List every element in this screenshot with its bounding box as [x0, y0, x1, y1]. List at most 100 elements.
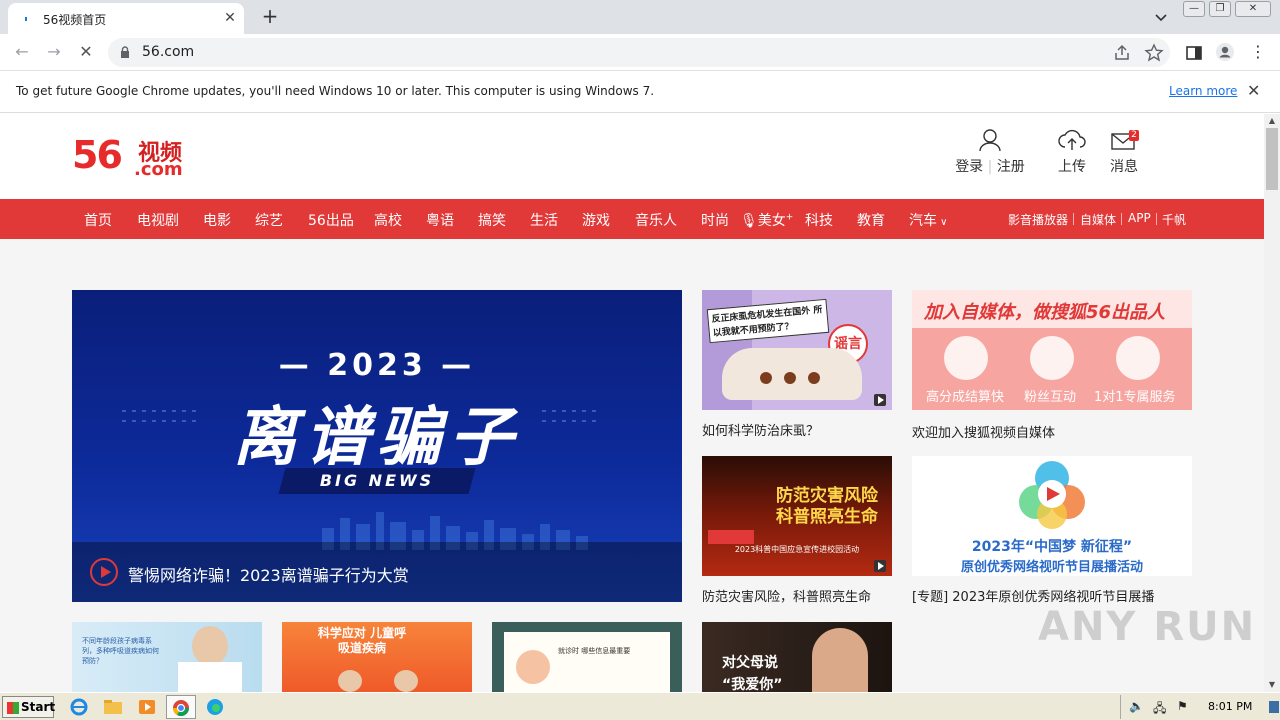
nav-player-link[interactable]: 影音播放器 — [1008, 211, 1068, 228]
messages-label: 消息 — [1110, 159, 1138, 175]
stop-icon[interactable]: ✕ — [74, 40, 98, 64]
nav-item-home[interactable]: 首页 — [84, 210, 112, 230]
nav-item-variety[interactable]: 综艺 — [255, 210, 283, 230]
network-icon[interactable]: 🖧 — [1153, 699, 1166, 720]
nav-item-fashion[interactable]: 时尚 — [701, 210, 729, 230]
hero-banner[interactable]: — 2023 — 离谱骗子 BIG NEWS 警惕网络诈骗！2023离谱骗子行为… — [72, 290, 682, 602]
chevron-down-icon: ∨ — [937, 217, 948, 228]
restore-button[interactable]: ❐ — [1209, 1, 1231, 17]
profile-avatar-icon[interactable] — [1215, 42, 1235, 62]
person-avatar — [812, 628, 868, 692]
tab-search-icon[interactable] — [1150, 6, 1172, 28]
feature-label: 粉丝互动 — [1024, 390, 1077, 405]
nav-divider — [1156, 213, 1157, 225]
side-panel-icon[interactable] — [1184, 43, 1204, 63]
tab-title: 56视频首页 — [43, 13, 107, 27]
video-thumbnail[interactable]: 对父母说 “我爱你” — [702, 622, 892, 692]
nav-item-auto-label: 汽车 — [909, 213, 937, 229]
nav-item-life[interactable]: 生活 — [530, 210, 558, 230]
back-icon[interactable]: ← — [10, 40, 34, 64]
show-desktop-icon[interactable] — [1269, 701, 1279, 713]
bug-icon — [784, 372, 796, 384]
upload-label: 上传 — [1058, 159, 1086, 175]
nav-item-education[interactable]: 教育 — [857, 210, 885, 230]
promo-card[interactable]: 加入自媒体，做搜狐56出品人 高分成结算快 粉丝互动 1对1专属服务 欢迎加入搜… — [912, 290, 1192, 440]
forward-icon[interactable]: → — [42, 40, 66, 64]
video-thumbnail[interactable]: 就诊时 哪些信息最重要 — [492, 622, 682, 692]
nav-item-56-original[interactable]: 56出品 — [308, 210, 354, 230]
bookmark-star-icon[interactable] — [1144, 43, 1164, 63]
upload-button[interactable]: 上传 — [1054, 128, 1090, 176]
folder-icon[interactable] — [102, 697, 124, 717]
cloud-upload-icon — [1058, 129, 1086, 150]
nav-item-funny[interactable]: 搞笑 — [478, 210, 506, 230]
tab-close-icon[interactable]: ✕ — [222, 10, 238, 26]
minimize-button[interactable]: — — [1183, 1, 1205, 17]
chrome-taskbar-button[interactable] — [166, 695, 196, 719]
video-thumbnail: 防范灾害风险 科普照亮生命 2023科普中国应急宣传进校园活动 — [702, 456, 892, 576]
user-icon — [979, 129, 1001, 152]
action-center-flag-icon[interactable]: ⚑ — [1177, 699, 1188, 713]
card-caption[interactable]: 欢迎加入搜狐视频自媒体 — [912, 422, 1055, 440]
new-tab-button[interactable]: + — [258, 5, 282, 29]
infobar-close-icon[interactable]: ✕ — [1247, 81, 1260, 100]
nav-item-beauty[interactable]: 🎙美女+ — [740, 210, 793, 230]
live-tag — [708, 530, 754, 544]
hero-caption[interactable]: 警惕网络诈骗！2023离谱骗子行为大赏 — [128, 562, 409, 586]
nav-item-tech[interactable]: 科技 — [805, 210, 833, 230]
nav-self-media-link[interactable]: 自媒体 — [1080, 211, 1116, 228]
chat-icon — [1030, 336, 1074, 380]
scroll-down-icon[interactable]: ▼ — [1264, 678, 1280, 692]
nav-item-musician[interactable]: 音乐人 — [635, 210, 677, 230]
messages-button[interactable]: 2 消息 — [1108, 128, 1140, 176]
message-count-badge: 2 — [1129, 130, 1139, 141]
nav-qianfan-link[interactable]: 千帆 — [1162, 211, 1186, 228]
logo-domain: .com — [134, 159, 183, 180]
scroll-up-icon[interactable]: ▲ — [1264, 114, 1280, 128]
doctor-avatar — [192, 626, 228, 666]
bug-icon — [808, 372, 820, 384]
nav-divider — [1073, 213, 1074, 225]
taskbar: Start 🔈 🖧 ⚑ 8:01 PM — [0, 692, 1280, 720]
card-caption[interactable]: 如何科学防治床虱？ — [702, 420, 819, 439]
address-bar[interactable]: 56.com — [108, 38, 1170, 67]
taskbar-clock[interactable]: 8:01 PM — [1208, 700, 1252, 713]
topic-card[interactable]: 2023年“中国梦 新征程” 原创优秀网络视听节目展播活动 [专题] 2023年… — [912, 456, 1192, 606]
media-player-icon[interactable] — [136, 697, 158, 717]
card-caption[interactable]: 防范灾害风险，科普照亮生命 — [702, 586, 871, 605]
learn-more-link[interactable]: Learn more — [1169, 84, 1237, 98]
share-icon[interactable] — [1112, 43, 1132, 63]
menu-kebab-icon[interactable]: ⋮ — [1246, 40, 1270, 64]
thumb-subtitle: 2023科普中国应急宣传进校园活动 — [734, 545, 860, 554]
close-window-button[interactable]: ✕ — [1235, 1, 1271, 17]
video-card[interactable]: 反正床虱危机发生在国外 所以我就不用预防了？ 谣言 如何科学防治床虱？ — [702, 290, 892, 440]
edge-icon[interactable] — [204, 697, 226, 717]
scrollbar-thumb[interactable] — [1266, 128, 1278, 190]
internet-explorer-icon[interactable] — [68, 697, 90, 717]
start-button[interactable]: Start — [2, 696, 55, 718]
thumb-title: 不同年龄段孩子病毒系列，多种呼吸道疾病如何预防？ — [82, 637, 159, 665]
card-caption[interactable]: [专题] 2023年原创优秀网络视听节目展播 — [912, 586, 1154, 605]
nav-item-campus[interactable]: 高校 — [374, 210, 402, 230]
volume-icon[interactable]: 🔈 — [1129, 699, 1144, 713]
main-nav: 首页 电视剧 电影 综艺 56出品 高校 粤语 搞笑 生活 游戏 音乐人 时尚 … — [0, 199, 1264, 239]
chrome-icon — [172, 700, 190, 717]
play-icon[interactable] — [90, 558, 118, 586]
register-link[interactable]: 注册 — [997, 159, 1025, 175]
nav-item-auto[interactable]: 汽车 ∨ — [909, 210, 948, 230]
video-thumbnail[interactable]: 科学应对 儿童呼吸道疾病 — [282, 622, 472, 692]
video-thumbnail[interactable]: 不同年龄段孩子病毒系列，多种呼吸道疾病如何预防？ — [72, 622, 262, 692]
site-logo[interactable]: 56 视频 .com — [72, 133, 192, 180]
page-scrollbar[interactable]: ▲ ▼ — [1264, 114, 1280, 692]
nav-item-movie[interactable]: 电影 — [203, 210, 231, 230]
nav-item-games[interactable]: 游戏 — [582, 210, 610, 230]
nav-item-cantonese[interactable]: 粤语 — [426, 210, 454, 230]
feature-label: 高分成结算快 — [926, 390, 1005, 405]
nav-item-tv[interactable]: 电视剧 — [137, 210, 179, 230]
windows-logo-icon — [7, 702, 19, 714]
nav-app-link[interactable]: APP — [1128, 211, 1151, 225]
video-card[interactable]: 防范灾害风险 科普照亮生命 2023科普中国应急宣传进校园活动 防范灾害风险，科… — [702, 456, 892, 606]
browser-tab[interactable]: 56视频首页 ✕ — [8, 3, 244, 34]
login-link[interactable]: 登录 — [955, 159, 983, 175]
colorful-play-logo-icon — [1019, 461, 1085, 529]
